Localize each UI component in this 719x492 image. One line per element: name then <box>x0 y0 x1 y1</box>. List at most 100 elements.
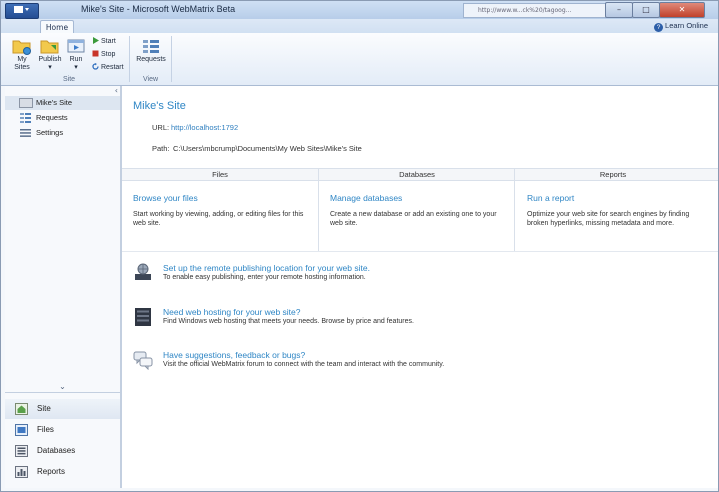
tip-title-link[interactable]: Have suggestions, feedback or bugs? <box>163 350 305 360</box>
close-button[interactable]: ✕ <box>659 2 705 18</box>
column-divider <box>514 168 515 251</box>
tree-item-requests[interactable]: Requests <box>5 111 120 125</box>
tip-remote-publishing: Set up the remote publishing location fo… <box>133 263 693 289</box>
ribbon-tab-row: Home ? Learn Online <box>1 19 718 34</box>
tree-item-settings[interactable]: Settings <box>5 126 120 140</box>
my-sites-label-line1: My <box>17 56 27 63</box>
help-icon: ? <box>654 23 664 32</box>
tip-description: Find Windows web hosting that meets your… <box>163 318 414 325</box>
browse-files-link[interactable]: Browse your files <box>133 193 198 203</box>
restart-button[interactable]: Restart <box>92 63 124 71</box>
learn-online-label: Learn Online <box>665 21 708 30</box>
tip-web-hosting: Need web hosting for your web site? Find… <box>133 307 693 333</box>
path-label: Path: <box>152 144 170 153</box>
requests-label: Requests <box>136 56 166 63</box>
server-globe-icon <box>135 263 151 280</box>
minimize-button[interactable]: – <box>605 2 633 18</box>
workspace-reports[interactable]: Reports <box>5 462 120 482</box>
site-url-link[interactable]: http://localhost:1792 <box>171 123 238 132</box>
column-header-files: Files <box>212 170 228 179</box>
start-label: Start <box>101 38 116 45</box>
requests-icon <box>20 113 31 123</box>
run-browser-icon <box>67 39 85 53</box>
stop-label: Stop <box>101 51 116 58</box>
restart-icon <box>92 63 99 70</box>
tree-item-label: Settings <box>36 128 64 137</box>
url-label: URL: <box>152 123 170 132</box>
publish-folder-icon <box>40 40 59 54</box>
my-sites-button[interactable]: My Sites <box>9 37 35 72</box>
tip-feedback: Have suggestions, feedback or bugs? Visi… <box>133 350 693 376</box>
quick-access-toolbar <box>43 4 73 16</box>
settings-list-icon <box>20 129 31 137</box>
maximize-button[interactable]: □ <box>632 2 660 18</box>
workspace-label: Site <box>37 404 51 413</box>
tree-item-label: Mike's Site <box>36 98 73 107</box>
tip-title-link[interactable]: Need web hosting for your web site? <box>163 307 301 317</box>
page-title: Mike's Site <box>133 100 186 112</box>
run-dropdown-icon: ▾ <box>74 64 78 71</box>
my-sites-label-line2: Sites <box>14 64 30 71</box>
workspace-selector: Site Files Databases Reports <box>5 392 120 489</box>
webmatrix-window: Mike's Site - Microsoft WebMatrix Beta h… <box>0 0 719 492</box>
workspace-expand-button[interactable]: ⌄ <box>5 382 120 391</box>
app-menu-icon <box>14 6 29 13</box>
column-header-databases: Databases <box>399 170 435 179</box>
requests-button[interactable]: Requests <box>134 37 168 64</box>
column-divider <box>318 168 319 251</box>
reports-chart-icon <box>15 466 28 478</box>
home-icon <box>15 403 28 415</box>
workspace-label: Databases <box>37 446 76 455</box>
publish-button[interactable]: Publish ▾ <box>37 37 63 72</box>
group-label-site: Site <box>63 76 76 83</box>
tree-item-label: Requests <box>36 113 68 122</box>
start-button[interactable]: Start <box>92 37 116 45</box>
window-title: Mike's Site - Microsoft WebMatrix Beta <box>81 4 236 14</box>
folder-globe-icon <box>12 40 31 55</box>
publish-dropdown-icon: ▾ <box>48 64 52 71</box>
workspace-label: Files <box>37 425 54 434</box>
publish-label: Publish <box>38 56 62 63</box>
address-hint: http://www.w...ck%20/tagoog... <box>463 3 607 18</box>
cards-divider <box>122 251 718 252</box>
left-navigation-pane: ‹ Mike's Site Requests Settings ⌄ Site F… <box>5 86 121 488</box>
site-workspace-main: Mike's Site URL: http://localhost:1792 P… <box>121 86 718 488</box>
server-rack-icon <box>135 308 151 326</box>
browse-files-desc: Start working by viewing, adding, or edi… <box>133 211 304 227</box>
collapse-pane-button[interactable]: ‹ <box>115 86 118 95</box>
ribbon-group-separator-2 <box>171 36 172 82</box>
run-button[interactable]: Run ▾ <box>65 37 87 72</box>
site-path-value: C:\Users\mbcrump\Documents\My Web Sites\… <box>173 144 362 153</box>
tip-description: Visit the official WebMatrix forum to co… <box>163 361 445 368</box>
ribbon-group-separator <box>129 36 130 82</box>
restart-label: Restart <box>101 64 124 71</box>
application-menu-button[interactable] <box>5 3 39 19</box>
workspace-files[interactable]: Files <box>5 420 120 440</box>
play-icon <box>93 37 99 44</box>
tree-item-site[interactable]: Mike's Site <box>5 96 120 110</box>
stop-button[interactable]: Stop <box>92 50 115 58</box>
manage-databases-link[interactable]: Manage databases <box>330 193 402 203</box>
title-bar: Mike's Site - Microsoft WebMatrix Beta h… <box>1 1 718 19</box>
run-label: Run <box>69 56 83 63</box>
site-icon <box>19 98 33 108</box>
ribbon: My Sites Publish ▾ Run ▾ Start Stop Rest… <box>1 33 718 86</box>
column-header-reports: Reports <box>599 170 627 179</box>
group-label-view: View <box>143 76 159 83</box>
learn-online-link[interactable]: ? Learn Online <box>654 21 708 32</box>
files-icon <box>15 424 28 436</box>
database-icon <box>15 445 28 457</box>
speech-bubbles-icon <box>133 351 153 370</box>
tab-home[interactable]: Home <box>40 20 74 34</box>
workspace-site[interactable]: Site <box>5 399 120 419</box>
requests-icon <box>143 40 159 53</box>
tip-title-link[interactable]: Set up the remote publishing location fo… <box>163 263 370 273</box>
manage-databases-desc: Create a new database or add an existing… <box>330 211 497 227</box>
tip-description: To enable easy publishing, enter your re… <box>163 274 366 281</box>
cards-header: Files Databases Reports <box>122 168 718 181</box>
workspace-databases[interactable]: Databases <box>5 441 120 461</box>
run-report-desc: Optimize your web site for search engine… <box>527 211 690 227</box>
run-report-link[interactable]: Run a report <box>527 193 574 203</box>
workspace-label: Reports <box>37 467 66 476</box>
stop-icon <box>92 50 99 57</box>
